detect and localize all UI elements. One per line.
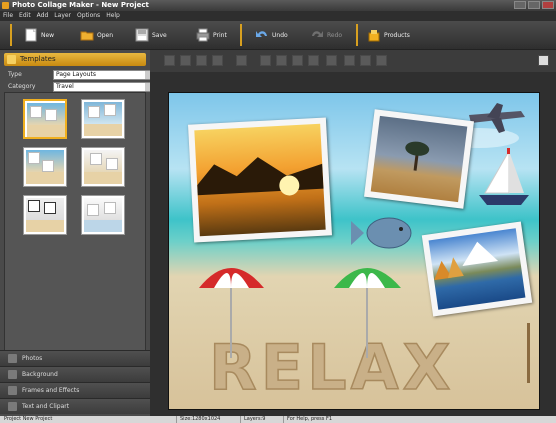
category-select-value: Travel [56,83,74,90]
collage-canvas[interactable]: RELAX [168,92,540,410]
photo-frame-sunset[interactable] [188,117,332,243]
layer-toolbar [150,50,556,73]
type-label: Type [8,71,22,78]
delete-icon[interactable] [326,55,337,66]
type-row: Type Page Layouts [8,70,155,80]
frames-icon [8,386,17,395]
main-toolbar: New Open Save Print Undo Redo Products [0,21,556,50]
redo-label: Redo [327,31,343,39]
template-thumbnail[interactable] [23,147,67,187]
minimize-button[interactable] [514,1,526,9]
template-thumbnail[interactable] [81,195,125,235]
relax-sand-text: RELAX [209,331,454,404]
template-thumbnail[interactable] [81,99,125,139]
menu-options[interactable]: Options [74,11,103,21]
page-icon[interactable] [538,55,549,66]
redo-button[interactable]: Redo [310,23,342,47]
template-thumbnail[interactable] [23,195,67,235]
menu-help[interactable]: Help [103,11,123,21]
save-icon [135,28,149,42]
templates-header-label: Templates [20,55,56,63]
redo-icon [310,28,324,42]
templates-icon [7,55,16,64]
undo-label: Undo [272,31,288,39]
type-select[interactable]: Page Layouts [53,70,155,80]
bring-front-icon[interactable] [164,55,175,66]
menu-file[interactable]: File [0,11,16,21]
send-backward-icon[interactable] [212,55,223,66]
category-row: Category Travel [8,82,155,92]
menu-edit[interactable]: Edit [16,11,34,21]
type-select-value: Page Layouts [56,71,96,78]
undo-icon [255,28,269,42]
rotate-left-icon[interactable] [260,55,271,66]
menu-layer[interactable]: Layer [51,11,74,21]
sailboat-clipart [479,148,529,205]
products-icon [367,28,381,42]
accordion-frames-effects[interactable]: Frames and Effects [0,382,150,398]
template-thumbnail[interactable] [81,147,125,187]
photos-icon [8,354,17,363]
category-select[interactable]: Travel [53,82,155,92]
menu-add[interactable]: Add [34,11,52,21]
folder-icon [80,28,94,42]
templates-header[interactable]: Templates [4,53,146,66]
lock-icon[interactable] [376,55,387,66]
status-project: Project New Project [4,416,53,422]
toolbar-separator [356,24,358,46]
accordion-text-clipart[interactable]: Text and Clipart [0,398,150,414]
open-label: Open [97,31,114,39]
products-button[interactable]: Products [367,23,410,47]
accordion-text-label: Text and Clipart [22,403,70,410]
print-button[interactable]: Print [196,23,227,47]
text-icon [8,402,17,411]
crop-icon[interactable] [344,55,355,66]
fish-clipart [351,217,412,249]
photo-frame-tree[interactable] [364,109,474,209]
save-button[interactable]: Save [135,23,167,47]
toolbar-separator [10,24,12,46]
flip-vertical-icon[interactable] [308,55,319,66]
accordion-photos[interactable]: Photos [0,350,150,366]
accordion-photos-label: Photos [22,355,43,362]
rotate-right-icon[interactable] [276,55,287,66]
save-label: Save [152,31,167,39]
open-button[interactable]: Open [80,23,113,47]
new-document-icon [24,28,38,42]
left-panel: Templates Type Page Layouts Category Tra… [0,50,155,416]
bring-forward-icon[interactable] [196,55,207,66]
maximize-button[interactable] [528,1,540,9]
window-title: Photo Collage Maker - New Project [12,1,149,9]
status-help: For Help, press F1 [287,416,333,422]
printer-icon [196,28,210,42]
canvas-area: RELAX [150,72,556,416]
align-icon[interactable] [236,55,247,66]
accordion-background[interactable]: Background [0,366,150,382]
settings-icon[interactable] [360,55,371,66]
title-bar: Photo Collage Maker - New Project [0,0,556,11]
undo-button[interactable]: Undo [255,23,288,47]
background-icon [8,370,17,379]
new-button[interactable]: New [24,23,54,47]
products-label: Products [384,31,410,39]
send-back-icon[interactable] [180,55,191,66]
status-layers: Layers:9 [244,416,266,422]
status-size: Size:1280x1024 [180,416,221,422]
template-thumbnail[interactable] [23,99,67,139]
menu-bar: File Edit Add Layer Options Help [0,11,556,21]
photo-frame-lake[interactable] [421,221,533,317]
flip-horizontal-icon[interactable] [292,55,303,66]
template-gallery [4,92,146,357]
app-icon [2,2,9,9]
new-label: New [41,31,55,39]
toolbar-separator [240,24,242,46]
status-bar: Project New Project Size:1280x1024 Layer… [0,416,556,423]
print-label: Print [213,31,227,39]
category-label: Category [8,83,36,90]
close-button[interactable] [542,1,554,9]
accordion-background-label: Background [22,371,58,378]
accordion-frames-label: Frames and Effects [22,387,80,394]
